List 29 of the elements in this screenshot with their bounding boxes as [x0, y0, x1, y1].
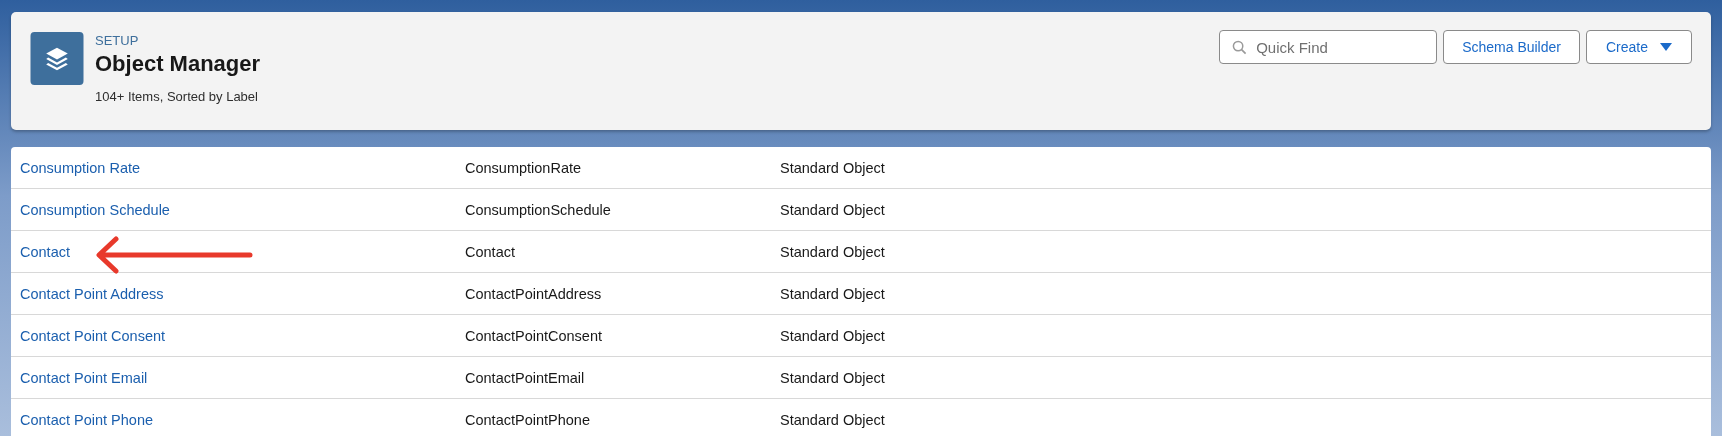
api-name-cell-text: ConsumptionSchedule — [465, 201, 612, 218]
api-name-cell-text: ConsumptionRate — [465, 159, 583, 176]
object-type-cell: Standard Object — [780, 243, 885, 260]
object-type-cell: Standard Object — [780, 159, 885, 176]
caret-icon — [1660, 43, 1672, 51]
object-link[interactable]: Contact Point Address — [20, 285, 164, 302]
object-link[interactable]: Contact Point Phone — [20, 411, 153, 428]
api-name-cell-text: ContactPointPhone — [465, 411, 591, 428]
object-link[interactable]: Consumption Schedule — [20, 201, 170, 218]
api-name-cell-text: ContactPointConsent — [465, 327, 604, 344]
object-type-cell: Standard Object — [780, 201, 885, 218]
object-type-cell: Standard Object — [780, 369, 885, 386]
object-link[interactable]: Consumption Rate — [20, 159, 141, 176]
object-link[interactable]: Contact Point Consent — [20, 327, 166, 344]
object-type-cell: Standard Object — [780, 327, 885, 344]
item-count: 104+ Items, Sorted by Label — [95, 89, 259, 104]
object-type-cell: Standard Object — [780, 285, 885, 302]
page-title: Object Manager — [95, 51, 261, 77]
object-link[interactable]: Contact Point Email — [20, 369, 148, 386]
api-name-cell-text: ContactPointAddress — [465, 285, 603, 302]
search-field[interactable]: Quick Find — [1219, 30, 1438, 64]
breadcrumb-label: SETUP — [95, 33, 140, 48]
api-name-cell-text: Contact — [465, 243, 516, 260]
object-link[interactable]: Contact — [20, 243, 70, 260]
create-dropdown-button[interactable]: Create — [1585, 30, 1692, 64]
api-name-cell-text: ContactPointEmail — [465, 369, 586, 386]
layers-icon — [30, 32, 84, 85]
object-type-cell: Standard Object — [780, 411, 885, 428]
schema-builder-button[interactable]: Schema Builder — [1443, 30, 1580, 64]
